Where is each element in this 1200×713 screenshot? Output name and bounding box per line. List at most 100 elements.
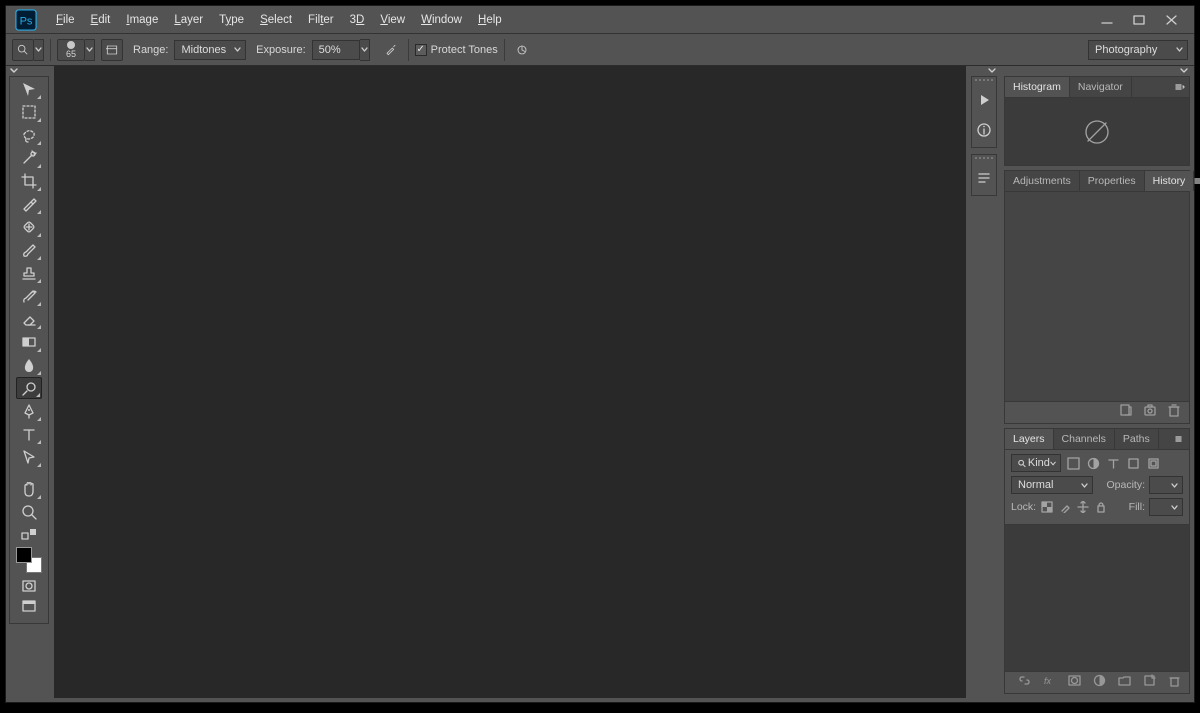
tab-histogram[interactable]: Histogram (1005, 77, 1070, 97)
brush-preset-button[interactable]: 65 (57, 39, 85, 61)
lock-pixels-icon[interactable] (1058, 500, 1072, 514)
menu-select[interactable]: Select (252, 6, 300, 34)
canvas-area[interactable] (54, 66, 966, 698)
fill-input[interactable] (1149, 498, 1183, 516)
menu-type[interactable]: Type (211, 6, 252, 34)
toolbox-expand-handle[interactable] (6, 66, 52, 76)
opacity-input[interactable] (1149, 476, 1183, 494)
pen-tool[interactable] (16, 400, 42, 422)
dodge-tool[interactable] (16, 377, 42, 399)
lasso-tool[interactable] (16, 124, 42, 146)
lock-position-icon[interactable] (1076, 500, 1090, 514)
menu-filter[interactable]: Filter (300, 6, 342, 34)
menu-view[interactable]: View (372, 6, 413, 34)
paragraph-panel-icon[interactable] (973, 165, 995, 191)
toolbox (9, 76, 49, 624)
delete-state-icon[interactable] (1167, 403, 1181, 422)
layer-filter-kind[interactable]: Kind (1011, 454, 1061, 472)
tab-properties[interactable]: Properties (1080, 171, 1145, 191)
menu-layer[interactable]: Layer (166, 6, 211, 34)
tab-channels[interactable]: Channels (1054, 429, 1115, 449)
blend-mode-select[interactable]: Normal (1011, 476, 1093, 494)
histogram-empty-icon (1005, 97, 1189, 165)
tool-preset-button[interactable] (12, 39, 34, 61)
eyedropper-tool[interactable] (16, 193, 42, 215)
filter-type-icon[interactable] (1105, 455, 1121, 471)
filter-smart-icon[interactable] (1145, 455, 1161, 471)
gradient-tool[interactable] (16, 331, 42, 353)
dock-expand-handle[interactable] (968, 66, 1000, 76)
adjustment-layer-icon[interactable] (1093, 674, 1106, 692)
tab-paths[interactable]: Paths (1115, 429, 1159, 449)
exposure-dropdown[interactable] (360, 39, 370, 61)
layer-mask-icon[interactable] (1068, 674, 1081, 692)
tool-preset-dropdown[interactable] (34, 39, 44, 61)
type-tool[interactable] (16, 423, 42, 445)
quickmask-toggle[interactable] (18, 577, 40, 595)
menu-image[interactable]: Image (118, 6, 166, 34)
layers-panel: Layers Channels Paths Kind No (1004, 428, 1190, 694)
layer-style-icon[interactable]: fx (1043, 674, 1056, 692)
menu-window[interactable]: Window (413, 6, 470, 34)
new-document-from-state-icon[interactable] (1119, 403, 1133, 422)
fg-color-swatch[interactable] (16, 547, 32, 563)
menu-bar: Ps File Edit Image Layer Type Select Fil… (6, 6, 1194, 34)
crop-tool[interactable] (16, 170, 42, 192)
panels-expand-handle[interactable] (1000, 66, 1194, 76)
blur-tool[interactable] (16, 354, 42, 376)
menu-edit[interactable]: Edit (83, 6, 119, 34)
actions-panel-icon[interactable] (973, 87, 995, 113)
marquee-tool[interactable] (16, 101, 42, 123)
tab-layers[interactable]: Layers (1005, 429, 1054, 449)
path-select-tool[interactable] (16, 446, 42, 468)
zoom-tool[interactable] (16, 501, 42, 523)
hand-tool[interactable] (16, 478, 42, 500)
brush-panel-toggle[interactable] (101, 39, 123, 61)
filter-shape-icon[interactable] (1125, 455, 1141, 471)
airbrush-toggle[interactable] (380, 39, 402, 61)
range-select[interactable]: Midtones (174, 40, 246, 60)
layers-panel-menu[interactable] (1171, 429, 1189, 449)
move-tool[interactable] (16, 78, 42, 100)
histogram-panel: Histogram Navigator (1004, 76, 1190, 166)
history-brush-tool[interactable] (16, 285, 42, 307)
histogram-panel-menu[interactable] (1171, 77, 1189, 97)
history-panel-menu[interactable] (1194, 171, 1200, 191)
info-panel-icon[interactable] (973, 117, 995, 143)
layers-list[interactable] (1005, 524, 1189, 671)
tab-history[interactable]: History (1145, 171, 1195, 191)
close-button[interactable] (1160, 11, 1184, 29)
eraser-tool[interactable] (16, 308, 42, 330)
maximize-button[interactable] (1128, 11, 1152, 29)
brush-tool[interactable] (16, 239, 42, 261)
new-layer-icon[interactable] (1143, 674, 1156, 692)
screenmode-toggle[interactable] (18, 597, 40, 615)
menu-3d[interactable]: 3D (342, 6, 373, 34)
menu-help[interactable]: Help (470, 6, 510, 34)
layer-group-icon[interactable] (1118, 674, 1131, 692)
history-panel: Adjustments Properties History (1004, 170, 1190, 424)
workspace-switcher[interactable]: Photography (1088, 40, 1188, 60)
tab-adjustments[interactable]: Adjustments (1005, 171, 1080, 191)
filter-adjust-icon[interactable] (1085, 455, 1101, 471)
filter-pixel-icon[interactable] (1065, 455, 1081, 471)
exposure-input[interactable]: 50% (312, 40, 360, 60)
delete-layer-icon[interactable] (1168, 674, 1181, 692)
healing-tool[interactable] (16, 216, 42, 238)
tab-navigator[interactable]: Navigator (1070, 77, 1132, 97)
lock-transparency-icon[interactable] (1040, 500, 1054, 514)
link-layers-icon[interactable] (1018, 674, 1031, 692)
protect-tones-checkbox[interactable] (415, 44, 427, 56)
menu-file[interactable]: File (48, 6, 83, 34)
swap-colors-icon[interactable] (18, 525, 40, 543)
pressure-toggle[interactable] (511, 39, 533, 61)
history-list[interactable] (1005, 191, 1189, 401)
lock-all-icon[interactable] (1094, 500, 1108, 514)
exposure-label: Exposure: (256, 44, 306, 56)
snapshot-icon[interactable] (1143, 403, 1157, 422)
stamp-tool[interactable] (16, 262, 42, 284)
color-swatches[interactable] (16, 547, 42, 573)
brush-preset-dropdown[interactable] (85, 39, 95, 61)
quick-select-tool[interactable] (16, 147, 42, 169)
minimize-button[interactable] (1096, 11, 1120, 29)
